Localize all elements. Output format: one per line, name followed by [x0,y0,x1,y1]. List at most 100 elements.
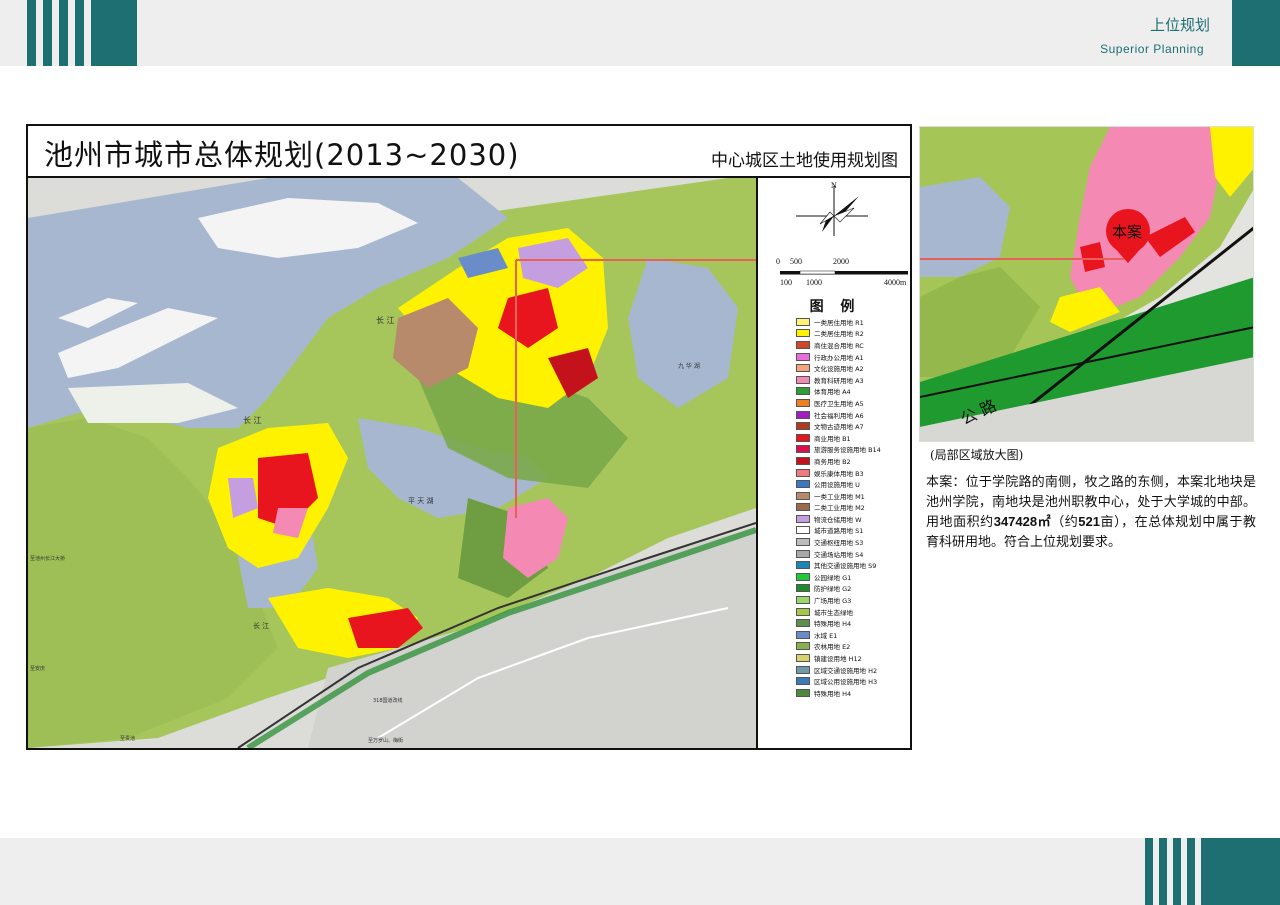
legend-swatch [796,433,810,442]
plan-title: 池州市城市总体规划(2013~2030) [44,138,520,172]
legend-swatch [796,445,810,454]
legend-item: 水域 E1 [796,629,912,641]
map-label-wanfo: 至万罗山、梅街 [368,737,403,744]
zoom-map: 公 路 本案 [919,126,1254,442]
legend-swatch [796,468,810,477]
header-accent-block [1232,0,1280,66]
legend-item: 娱乐康体用地 B3 [796,467,912,479]
scale-bar [780,270,908,275]
legend-swatch [796,387,810,396]
legend-swatch [796,329,810,338]
plan-title-bar: 池州市城市总体规划(2013~2030) 中心城区土地使用规划图 [28,126,910,178]
legend-item: 公用设施用地 U [796,478,912,490]
legend-label: 物流仓储用地 W [814,515,862,524]
legend-label: 一类居住用地 R1 [814,318,864,327]
legend-label: 区域交通设施用地 H2 [814,666,878,675]
legend-item: 公园绿地 G1 [796,571,912,583]
legend-swatch [796,538,810,547]
legend-swatch [796,503,810,512]
legend-item: 二类居住用地 R2 [796,328,912,340]
legend-swatch [796,480,810,489]
map-label-pingtian-lake: 平 天 湖 [408,496,433,505]
legend-item: 特殊用地 H4 [796,687,912,699]
header-band: 上位规划 Superior Planning [0,0,1280,66]
legend-item: 行政办公用地 A1 [796,351,912,363]
legend-label: 公园绿地 G1 [814,573,852,582]
legend-swatch [796,410,810,419]
legend-swatch [796,375,810,384]
legend-swatch [796,607,810,616]
legend-panel: N 0 500 2000 100 1000 4000m 图 例 一类居住用地 R… [756,178,910,748]
legend-label: 其他交通设施用地 S9 [814,562,877,571]
legend-item: 一类工业用地 M1 [796,490,912,502]
north-label: N [831,181,837,190]
scale-top-0: 0 [776,257,780,266]
legend-label: 农林用地 E2 [814,643,851,652]
legend-label: 医疗卫生用地 A5 [814,399,864,408]
legend-swatch [796,642,810,651]
scale-bottom-100: 100 [780,278,792,287]
legend-label: 特殊用地 H4 [814,689,852,698]
legend-label: 二类居住用地 R2 [814,330,864,339]
legend-item: 商业用地 B1 [796,432,912,444]
legend-item: 商住混合用地 RC [796,339,912,351]
legend-item: 医疗卫生用地 A5 [796,397,912,409]
legend-swatch [796,619,810,628]
legend-item: 文物古迹用地 A7 [796,420,912,432]
legend-swatch [796,526,810,535]
legend-swatch [796,364,810,373]
legend-item: 城市生态绿地 [796,606,912,618]
legend-label: 文化设施用地 A2 [814,365,864,374]
legend-item: 广场用地 G3 [796,594,912,606]
legend-label: 旅游服务设施用地 B14 [814,446,881,455]
map-label-anqing: 至安庆 [30,665,45,672]
master-plan-frame: 池州市城市总体规划(2013~2030) 中心城区土地使用规划图 长 江 长 江… [26,124,912,750]
footer-band [0,838,1280,905]
legend-item: 区域交通设施用地 H2 [796,664,912,676]
legend-swatch [796,688,810,697]
desc-area: 347428㎡ [993,514,1052,529]
legend-item: 特殊用地 H4 [796,617,912,629]
land-use-map-graphic: 长 江 长 江 长 江 平 天 湖 九 华 湖 至池州长江大桥 至安庆 至贵池 … [28,178,756,748]
legend-swatch [796,630,810,639]
legend-item: 旅游服务设施用地 B14 [796,444,912,456]
north-arrow-icon [796,186,868,236]
legend-list: 一类居住用地 R1 二类居住用地 R2 商住混合用地 RC 行政办公用地 A1 文化设施… [796,316,912,699]
legend-swatch [796,665,810,674]
legend-swatch [796,491,810,500]
legend-label: 商住混合用地 RC [814,341,864,350]
legend-swatch [796,584,810,593]
legend-label: 体育用地 A4 [814,388,851,397]
legend-swatch [796,654,810,663]
header-stripes [27,0,137,66]
legend-label: 区域公用设施用地 H3 [814,678,878,687]
legend-swatch [796,317,810,326]
desc-text-b: （约 [1051,515,1079,530]
legend-heading: 图 例 [809,299,861,315]
legend-swatch [796,596,810,605]
legend-item: 其他交通设施用地 S9 [796,559,912,571]
legend-item: 防护绿地 G2 [796,583,912,595]
legend-label: 城市道路用地 S1 [814,527,864,536]
legend-swatch [796,561,810,570]
legend-label: 一类工业用地 M1 [814,492,865,501]
scale-top-500: 500 [790,257,802,266]
legend-label: 娱乐康体用地 B3 [814,469,864,478]
map-label-highway: 318国道改线 [373,697,403,704]
site-description: 本案：位于学院路的南侧，牧之路的东侧，本案北地块是池州学院，南地块是池州职教中心… [926,473,1256,552]
map-label-bridge: 至池州长江大桥 [30,555,65,562]
scale-top-2000: 2000 [833,257,849,266]
scale-bottom-1000: 1000 [806,278,822,287]
legend-label: 行政办公用地 A1 [814,353,864,362]
legend-swatch [796,398,810,407]
legend-item: 交通枢纽用地 S3 [796,536,912,548]
legend-swatch [796,340,810,349]
legend-item: 商务用地 B2 [796,455,912,467]
legend-item: 区域公用设施用地 H3 [796,675,912,687]
legend-label: 交通场站用地 S4 [814,550,864,559]
legend-label: 镇建设用地 H12 [814,655,862,664]
legend-item: 镇建设用地 H12 [796,652,912,664]
legend-item: 体育用地 A4 [796,386,912,398]
legend-label: 交通枢纽用地 S3 [814,539,864,548]
map-label-guichi: 至贵池 [120,735,135,742]
